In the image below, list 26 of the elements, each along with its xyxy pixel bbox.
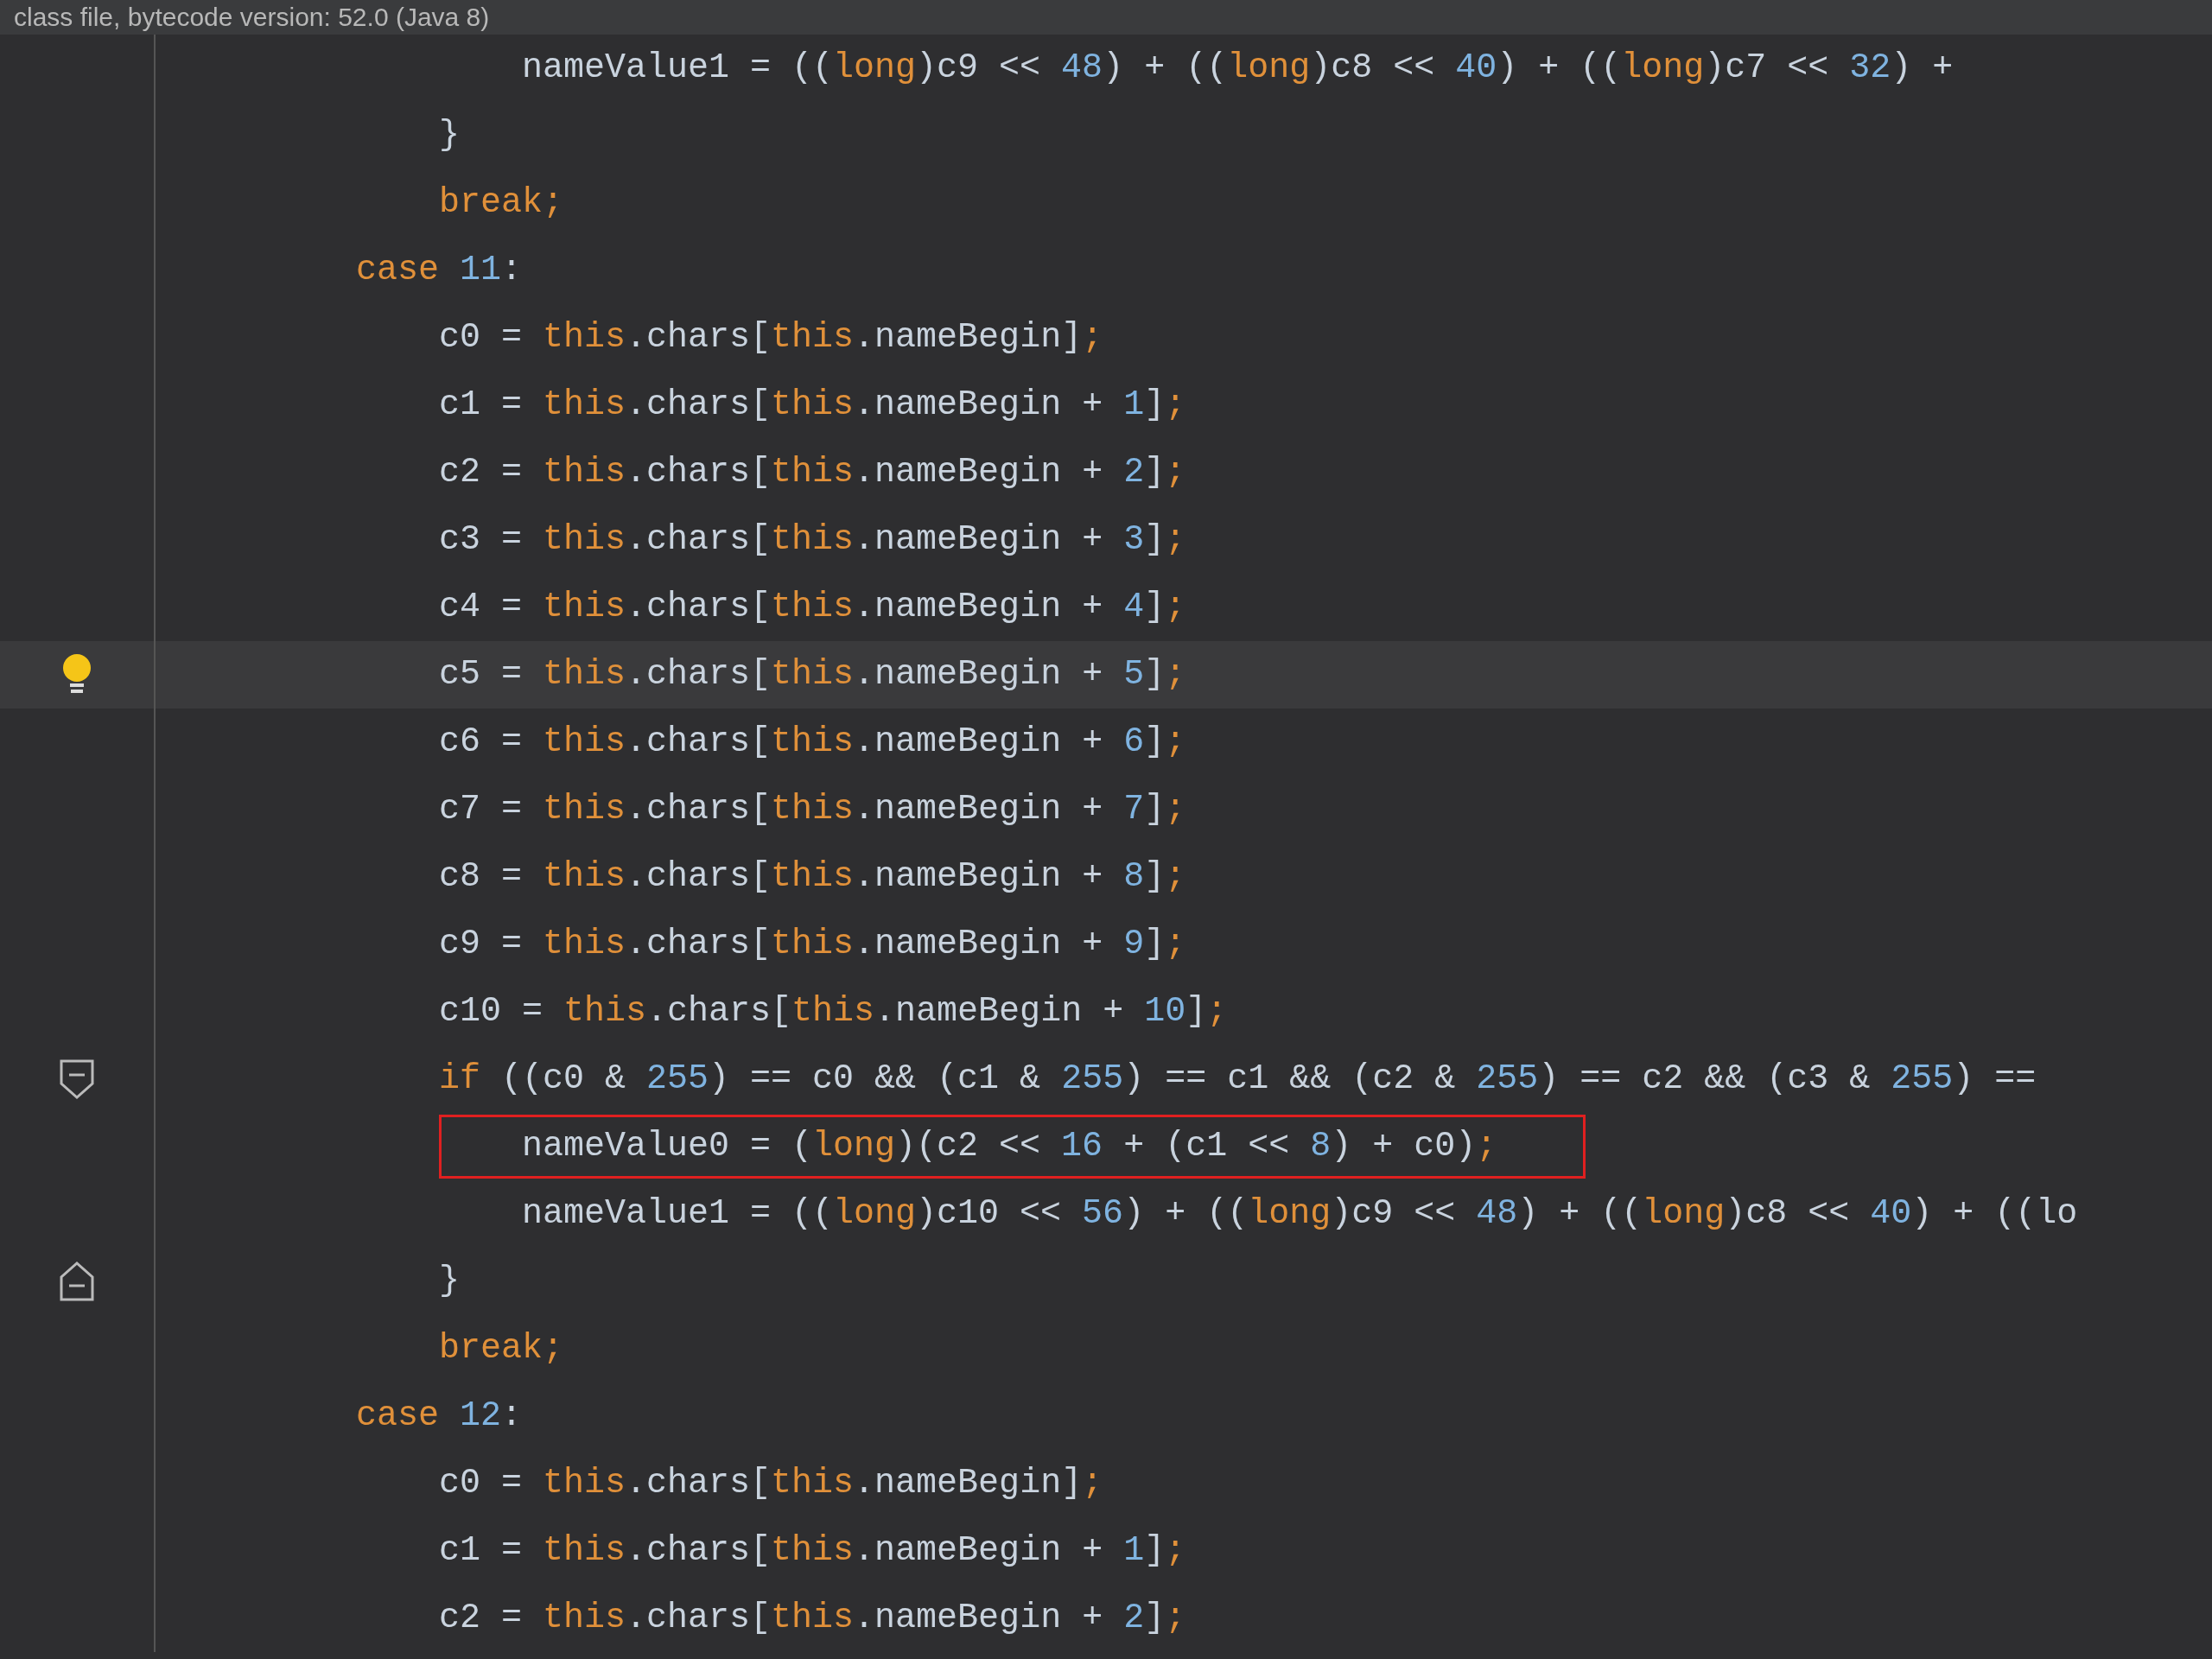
code-line: c0 = this.chars[this.nameBegin]; xyxy=(439,318,1103,357)
code-line: c9 = this.chars[this.nameBegin + 9]; xyxy=(439,925,1186,963)
code-line: c2 = this.chars[this.nameBegin + 2]; xyxy=(439,453,1186,492)
fold-icon[interactable] xyxy=(60,1059,94,1099)
code-line: c2 = this.chars[this.nameBegin + 2]; xyxy=(439,1599,1186,1637)
code-line: } xyxy=(439,116,460,155)
code-line: c4 = this.chars[this.nameBegin + 4]; xyxy=(439,588,1186,626)
code-line: case 11: xyxy=(356,251,523,289)
code-line: c7 = this.chars[this.nameBegin + 7]; xyxy=(439,790,1186,829)
code-line: c1 = this.chars[this.nameBegin + 1]; xyxy=(439,1531,1186,1570)
code-line: c8 = this.chars[this.nameBegin + 8]; xyxy=(439,857,1186,896)
code-line: case 12: xyxy=(356,1396,523,1435)
code-line: break; xyxy=(439,183,564,222)
code-line: c3 = this.chars[this.nameBegin + 3]; xyxy=(439,520,1186,559)
info-banner: class file, bytecode version: 52.0 (Java 8) xyxy=(0,0,2212,35)
code-line: } xyxy=(439,1262,460,1300)
code-line: nameValue1 = ((long)c10 << 56) + ((long)c9 << 48) + ((long)c8 << 40) + ((lo xyxy=(522,1194,2078,1233)
code-line: c0 = this.chars[this.nameBegin]; xyxy=(439,1464,1103,1503)
code-line: if ((c0 & 255) == c0 && (c1 & 255) == c1 && (c2 & 255) == c2 && (c3 & 255) == xyxy=(439,1059,2037,1098)
code-line: c5 = this.chars[this.nameBegin + 5]; xyxy=(439,655,1186,694)
code-line: c1 = this.chars[this.nameBegin + 1]; xyxy=(439,385,1186,424)
code-line: break; xyxy=(439,1329,564,1368)
code-line: nameValue1 = ((long)c9 << 48) + ((long)c8 << 40) + ((long)c7 << 32) + xyxy=(522,48,1954,87)
code-line: c10 = this.chars[this.nameBegin + 10]; xyxy=(439,992,1228,1031)
code-line: c6 = this.chars[this.nameBegin + 6]; xyxy=(439,722,1186,761)
fold-icon[interactable] xyxy=(60,1262,94,1301)
